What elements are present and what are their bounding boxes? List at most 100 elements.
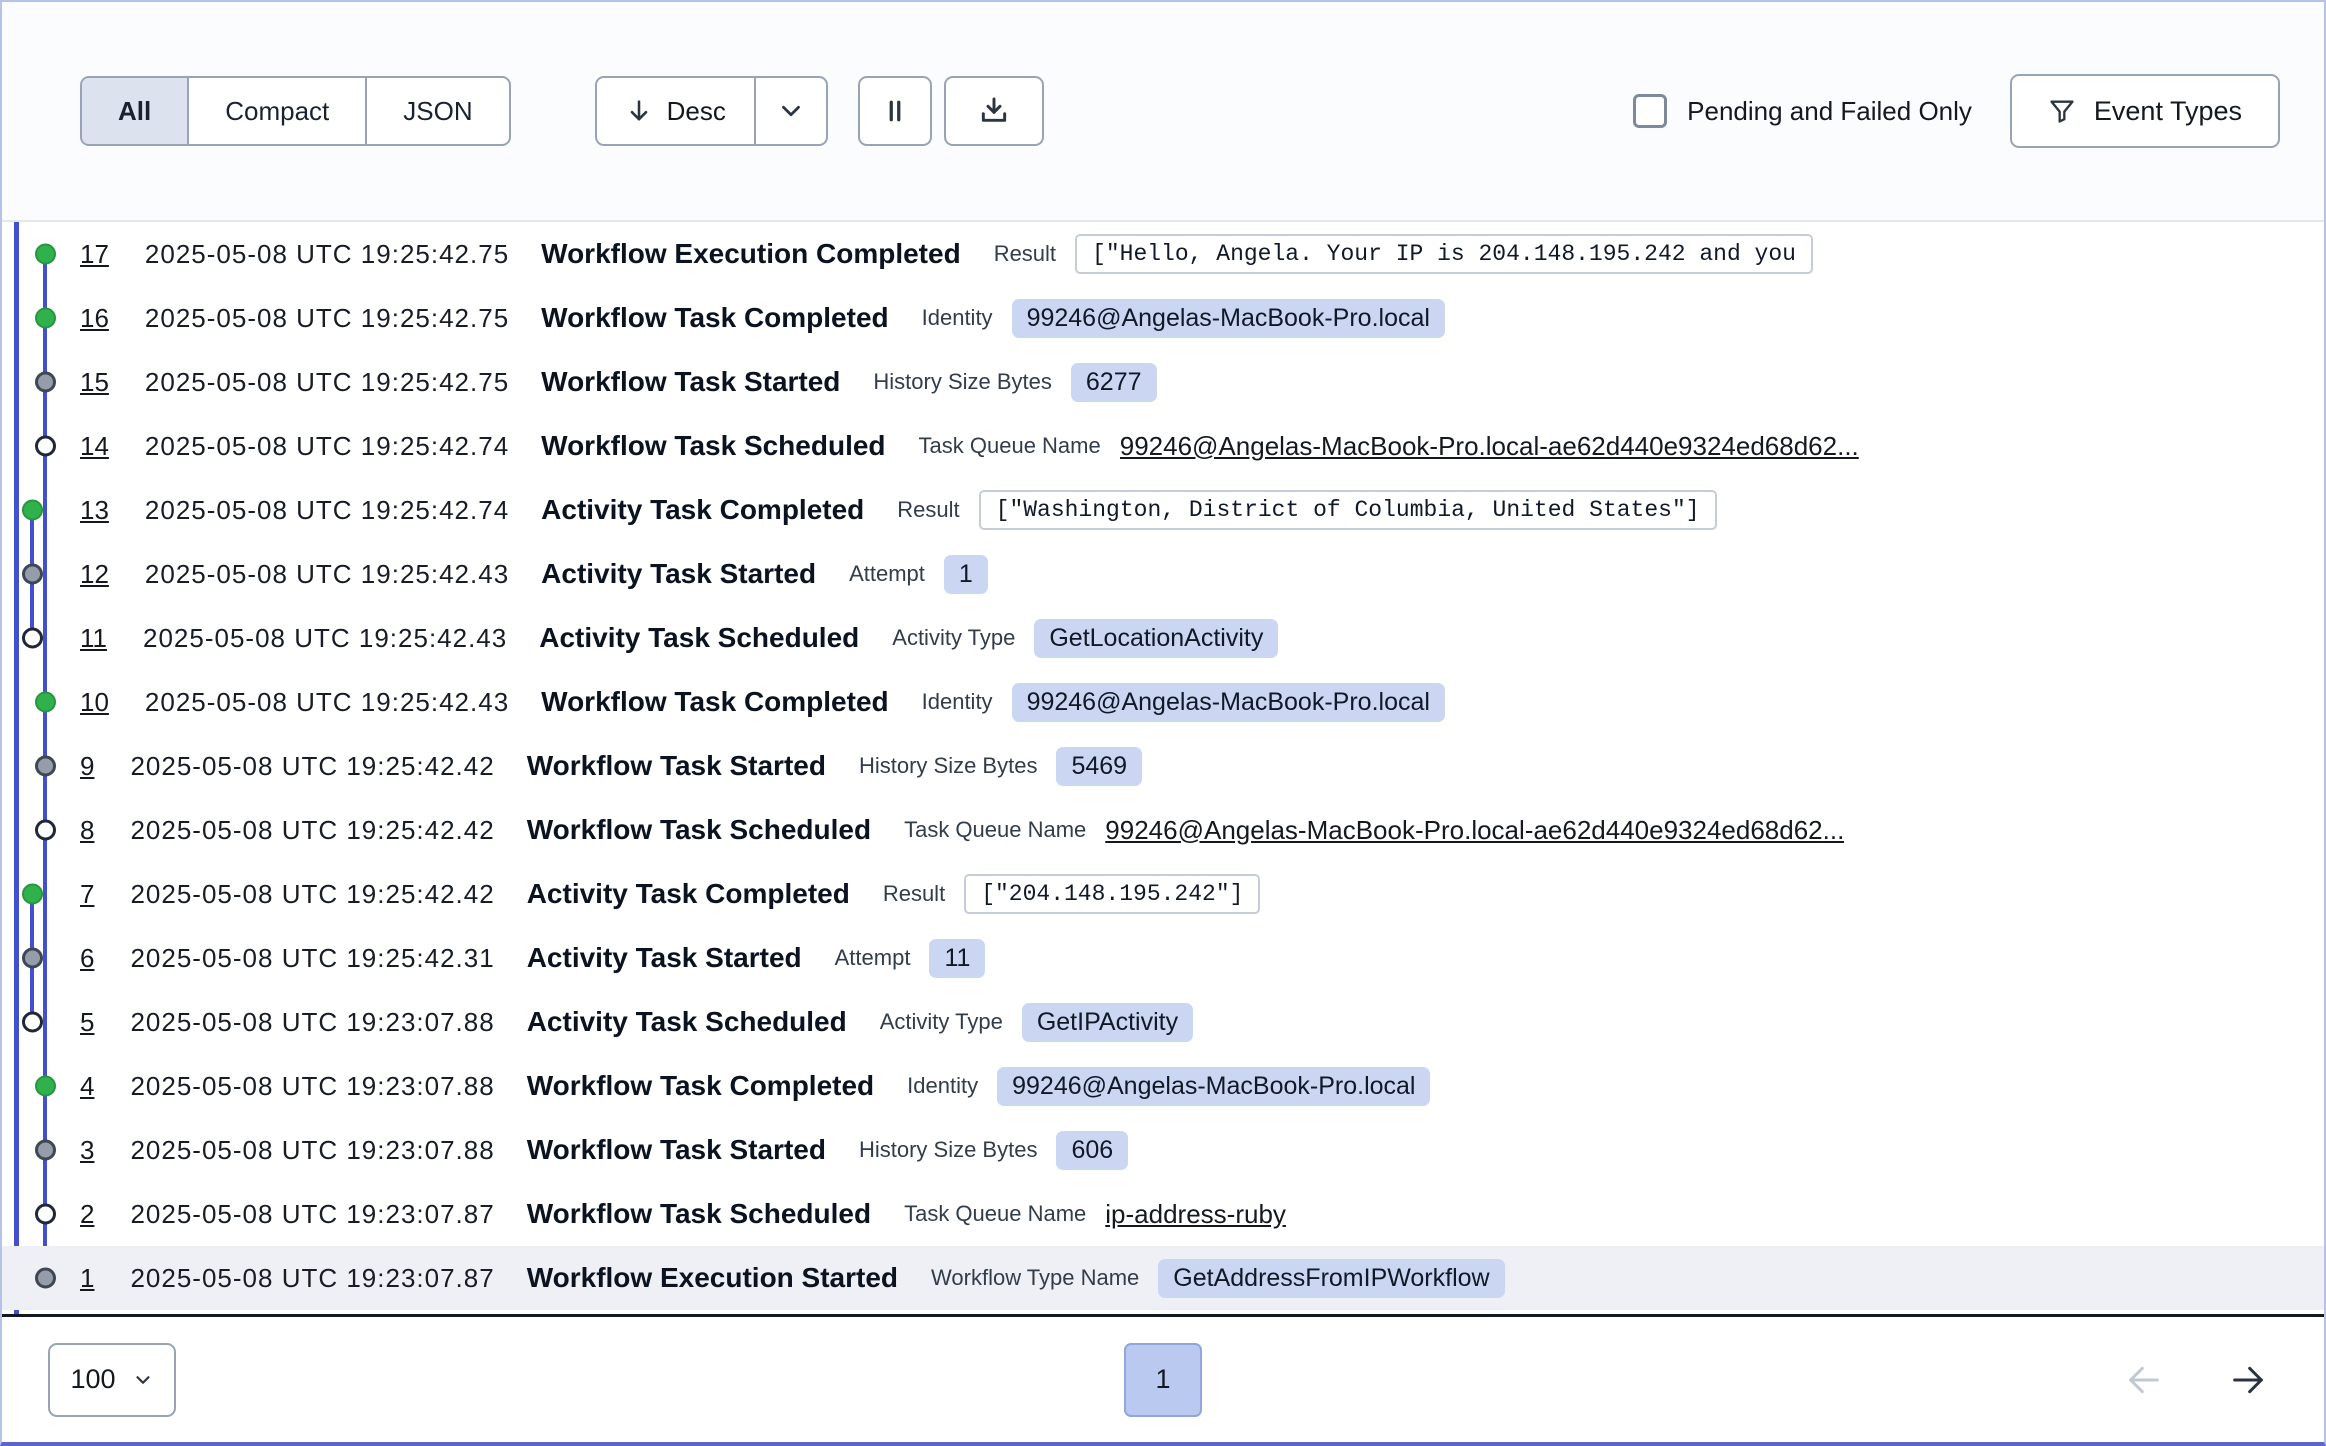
- event-types-button[interactable]: Event Types: [2010, 74, 2280, 148]
- event-detail-value: 99246@Angelas-MacBook-Pro.local: [1012, 683, 1445, 722]
- event-timestamp: 2025-05-08 UTC 19:23:07.88: [130, 1135, 494, 1166]
- event-history-toolbar: All Compact JSON Desc: [2, 2, 2324, 222]
- event-row[interactable]: 14 2025-05-08 UTC 19:25:42.74 Workflow T…: [2, 414, 2324, 478]
- event-row[interactable]: 8 2025-05-08 UTC 19:25:42.42 Workflow Ta…: [2, 798, 2324, 862]
- event-status-dot: [22, 884, 43, 905]
- event-id-link[interactable]: 16: [80, 303, 109, 334]
- view-mode-all[interactable]: All: [82, 78, 187, 144]
- page-size-select[interactable]: 100: [48, 1343, 176, 1417]
- view-mode-compact[interactable]: Compact: [187, 78, 365, 144]
- sort-order-label: Desc: [667, 96, 726, 127]
- event-id-link[interactable]: 10: [80, 687, 109, 718]
- event-detail-value: GetIPActivity: [1022, 1003, 1193, 1042]
- event-id-link[interactable]: 4: [80, 1071, 94, 1102]
- event-id-link[interactable]: 7: [80, 879, 94, 910]
- event-name: Workflow Task Started: [541, 366, 840, 398]
- event-row[interactable]: 7 2025-05-08 UTC 19:25:42.42 Activity Ta…: [2, 862, 2324, 926]
- event-status-dot: [22, 564, 43, 585]
- download-history-button[interactable]: [944, 76, 1044, 146]
- event-id-link[interactable]: 11: [80, 623, 107, 654]
- event-id-link[interactable]: 15: [80, 367, 109, 398]
- event-detail-label: History Size Bytes: [859, 753, 1038, 779]
- event-row[interactable]: 17 2025-05-08 UTC 19:25:42.75 Workflow E…: [2, 222, 2324, 286]
- event-status-dot: [35, 1140, 56, 1161]
- event-detail-value[interactable]: ip-address-ruby: [1105, 1199, 1286, 1230]
- current-page-indicator[interactable]: 1: [1124, 1343, 1202, 1417]
- event-name: Activity Task Started: [541, 558, 816, 590]
- pending-failed-checkbox[interactable]: [1633, 94, 1667, 128]
- event-timestamp: 2025-05-08 UTC 19:25:42.43: [145, 687, 509, 718]
- event-timestamp: 2025-05-08 UTC 19:25:42.43: [145, 559, 509, 590]
- event-id-link[interactable]: 12: [80, 559, 109, 590]
- event-name: Workflow Task Started: [527, 750, 826, 782]
- sort-desc-button[interactable]: Desc: [597, 78, 754, 144]
- funnel-icon: [2048, 97, 2076, 125]
- event-row[interactable]: 2 2025-05-08 UTC 19:23:07.87 Workflow Ta…: [2, 1182, 2324, 1246]
- event-timestamp: 2025-05-08 UTC 19:23:07.87: [130, 1199, 494, 1230]
- event-row[interactable]: 11 2025-05-08 UTC 19:25:42.43 Activity T…: [2, 606, 2324, 670]
- event-timestamp: 2025-05-08 UTC 19:25:42.74: [145, 431, 509, 462]
- event-timestamp: 2025-05-08 UTC 19:23:07.87: [130, 1263, 494, 1294]
- event-status-dot: [35, 1268, 56, 1289]
- pagination-bar: 100 1: [2, 1314, 2324, 1442]
- event-row[interactable]: 1 2025-05-08 UTC 19:23:07.87 Workflow Ex…: [2, 1246, 2324, 1310]
- event-row[interactable]: 4 2025-05-08 UTC 19:23:07.88 Workflow Ta…: [2, 1054, 2324, 1118]
- event-detail-label: Result: [897, 497, 959, 523]
- pending-failed-filter: Pending and Failed Only: [1633, 94, 1972, 128]
- event-id-link[interactable]: 6: [80, 943, 94, 974]
- event-id-link[interactable]: 13: [80, 495, 109, 526]
- event-detail-label: Workflow Type Name: [931, 1265, 1139, 1291]
- event-id-link[interactable]: 17: [80, 239, 109, 270]
- event-status-dot: [35, 820, 56, 841]
- event-detail-label: Task Queue Name: [904, 1201, 1086, 1227]
- event-detail-label: Identity: [922, 305, 993, 331]
- event-row[interactable]: 13 2025-05-08 UTC 19:25:42.74 Activity T…: [2, 478, 2324, 542]
- event-status-dot: [35, 692, 56, 713]
- event-name: Activity Task Completed: [527, 878, 850, 910]
- chevron-down-icon: [776, 96, 806, 126]
- event-id-link[interactable]: 14: [80, 431, 109, 462]
- view-mode-segmented-control: All Compact JSON: [80, 76, 511, 146]
- event-detail-label: Result: [883, 881, 945, 907]
- event-row[interactable]: 5 2025-05-08 UTC 19:23:07.88 Activity Ta…: [2, 990, 2324, 1054]
- pause-autorefresh-button[interactable]: [858, 76, 932, 146]
- event-row[interactable]: 3 2025-05-08 UTC 19:23:07.88 Workflow Ta…: [2, 1118, 2324, 1182]
- event-id-link[interactable]: 1: [80, 1263, 94, 1294]
- event-status-dot: [35, 436, 56, 457]
- event-detail-value: 11: [929, 939, 985, 978]
- event-id-link[interactable]: 8: [80, 815, 94, 846]
- event-row[interactable]: 10 2025-05-08 UTC 19:25:42.43 Workflow T…: [2, 670, 2324, 734]
- event-detail-value[interactable]: 99246@Angelas-MacBook-Pro.local-ae62d440…: [1120, 431, 1859, 462]
- event-timestamp: 2025-05-08 UTC 19:25:42.31: [130, 943, 494, 974]
- event-status-dot: [35, 1204, 56, 1225]
- view-mode-json[interactable]: JSON: [365, 78, 508, 144]
- event-detail-label: Attempt: [849, 561, 925, 587]
- event-name: Activity Task Started: [527, 942, 802, 974]
- event-name: Workflow Execution Started: [527, 1262, 898, 1294]
- event-id-link[interactable]: 3: [80, 1135, 94, 1166]
- arrow-right-icon[interactable]: [2228, 1360, 2268, 1400]
- event-detail-value: 1: [944, 555, 988, 594]
- pending-failed-label: Pending and Failed Only: [1687, 96, 1972, 127]
- sort-order-menu-button[interactable]: [754, 78, 826, 144]
- event-name: Workflow Task Started: [527, 1134, 826, 1166]
- event-row[interactable]: 12 2025-05-08 UTC 19:25:42.43 Activity T…: [2, 542, 2324, 606]
- event-name: Activity Task Completed: [541, 494, 864, 526]
- event-detail-label: Result: [994, 241, 1056, 267]
- event-status-dot: [35, 244, 56, 265]
- event-timestamp: 2025-05-08 UTC 19:25:42.42: [130, 751, 494, 782]
- event-row[interactable]: 15 2025-05-08 UTC 19:25:42.75 Workflow T…: [2, 350, 2324, 414]
- event-detail-value: ["Washington, District of Columbia, Unit…: [979, 490, 1717, 530]
- event-row[interactable]: 9 2025-05-08 UTC 19:25:42.42 Workflow Ta…: [2, 734, 2324, 798]
- arrow-left-icon[interactable]: [2124, 1360, 2164, 1400]
- event-row[interactable]: 16 2025-05-08 UTC 19:25:42.75 Workflow T…: [2, 286, 2324, 350]
- event-id-link[interactable]: 9: [80, 751, 94, 782]
- event-id-link[interactable]: 2: [80, 1199, 94, 1230]
- event-id-link[interactable]: 5: [80, 1007, 94, 1038]
- pause-icon: [880, 96, 910, 126]
- event-name: Workflow Execution Completed: [541, 238, 961, 270]
- event-row[interactable]: 6 2025-05-08 UTC 19:25:42.31 Activity Ta…: [2, 926, 2324, 990]
- event-status-dot: [22, 1012, 43, 1033]
- event-timestamp: 2025-05-08 UTC 19:25:42.43: [143, 623, 507, 654]
- event-detail-value[interactable]: 99246@Angelas-MacBook-Pro.local-ae62d440…: [1105, 815, 1844, 846]
